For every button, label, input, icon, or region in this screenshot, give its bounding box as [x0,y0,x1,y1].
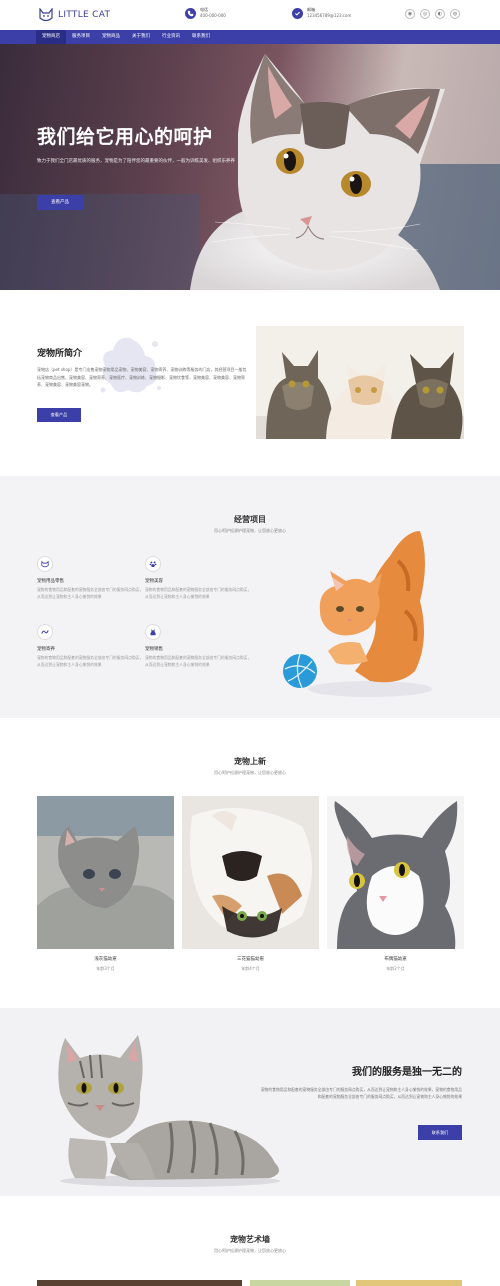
service-item[interactable]: 宠物寄养 宠物的食物用品和配套的宠物服务全部由专门的服务网点购买，从而达到让宠物… [37,624,147,668]
nav-item-contact[interactable]: 联系我们 [186,30,216,44]
service-name: 宠物销售 [145,647,163,652]
tabby-cat-image [58,1035,280,1187]
main-nav: 宠物商店 服务项目 宠物商品 关于我们 行业资讯 联系我们 [0,30,500,44]
art-image[interactable] [250,1280,350,1286]
pet-name: 三花猫猫幼崽 [237,957,264,962]
phone-contact: 电话 400-000-000 [185,7,226,19]
about-text: 宠物店（pet shop）是专门出售宠物宠物用品宠物、宠物美容、宠物寄养、宠物训… [37,367,247,387]
pet-age: 年龄4个月 [241,966,260,971]
pet-card[interactable]: 三花猫猫幼崽 年龄4个月 [182,796,319,972]
art-image[interactable] [37,1280,242,1286]
phone-icon [185,7,196,19]
wechat-icon[interactable]: ◎ [420,9,430,19]
nav-item-about[interactable]: 关于我们 [126,30,156,44]
hero-subtitle: 致力于我们全门店最优质的服务，宠物是为了陪伴您的最重要的伙伴，一般为训练美发、组… [37,159,235,164]
email-value[interactable]: 123456789@123.com [307,13,351,19]
new-pets-subtitle: 用心呵护松源护理宠物，让您放心更放心 [214,770,286,775]
pet-card[interactable]: 布偶猫幼崽 年龄2个月 [327,796,464,972]
social-links: ◉ ◎ ◐ ◍ [405,9,460,19]
unique-text: 宠物的食物用品和配套的宠物服务全部由专门的服务网点购买，从而达到让宠物和主人身心… [260,1087,462,1099]
about-title: 宠物所简介 [37,349,83,359]
cat-sit-icon [145,624,161,640]
pet-age: 年龄3个月 [96,966,115,971]
paw-icon [145,556,161,572]
email-icon [292,7,303,19]
logo[interactable]: LITTLE CAT [38,8,110,22]
page: LITTLE CAT 电话 400-000-000 邮箱 123456789@1… [0,0,500,1286]
cat-logo-icon [39,8,53,22]
service-desc: 宠物的食物用品和配套的宠物服务全部由专门的服务网点购买，从而达到让宠物和主人身心… [145,655,252,667]
service-desc: 宠物的食物用品和配套的宠物服务全部由专门的服务网点购买，从而达到让宠物和主人身心… [37,655,144,667]
hero-title: 我们给它用心的呵护 [37,126,213,148]
phone-value: 400-000-000 [200,13,226,18]
art-wall-subtitle: 用心呵护松源护理宠物，让您放心更放心 [214,1248,286,1253]
three-cats-image [256,326,464,439]
art-image[interactable] [356,1280,462,1286]
pet-name: 布偶猫幼崽 [384,957,407,962]
unique-service-section: 我们的服务是独一无二的 宠物的食物用品和配套的宠物服务全部由专门的服务网点购买，… [0,1008,500,1196]
cat-face-icon [37,556,53,572]
hero-banner: 我们给它用心的呵护 致力于我们全门店最优质的服务，宠物是为了陪伴您的最重要的伙伴… [0,44,500,290]
service-desc: 宠物的食物用品和配套的宠物服务全部由专门的服务网点购买，从而达到让宠物和主人身心… [37,587,144,599]
art-wall-section: 宠物艺术墙 用心呵护松源护理宠物，让您放心更放心 [0,1196,500,1286]
service-desc: 宠物的食物用品和配套的宠物服务全部由专门的服务网点购买，从而达到让宠物和主人身心… [145,587,252,599]
about-view-products-button[interactable]: 查看产品 [37,408,81,422]
email-contact: 邮箱 123456789@123.com [292,7,351,19]
service-name: 宠物用品零售 [37,579,64,584]
pet-card[interactable]: 浅灰猫幼崽 年龄3个月 [37,796,174,972]
eye-icon[interactable]: ◍ [450,9,460,19]
art-wall-title: 宠物艺术墙 [230,1235,270,1244]
logo-text: LITTLE CAT [58,10,111,20]
pet-name: 浅灰猫幼崽 [94,957,117,962]
about-section: 宠物所简介 宠物店（pet shop）是专门出售宠物宠物用品宠物、宠物美容、宠物… [0,290,500,476]
grey-white-cat-image [327,796,464,949]
unique-title: 我们的服务是独一无二的 [352,1067,462,1078]
pet-age: 年龄2个月 [386,966,405,971]
nav-item-home[interactable]: 宠物商店 [36,30,66,44]
weibo-icon[interactable]: ◉ [405,9,415,19]
hero-cat-image [0,54,500,290]
nav-item-products[interactable]: 宠物商品 [96,30,126,44]
orange-kitten-image [283,531,432,697]
paint-splash-decoration [100,337,161,393]
calico-kitten-image [182,796,319,949]
service-item[interactable]: 宠物用品零售 宠物的食物用品和配套的宠物服务全部由专门的服务网点购买，从而达到让… [37,556,147,600]
nav-item-news[interactable]: 行业资讯 [156,30,186,44]
wave-icon [37,624,53,640]
new-pets-title: 宠物上新 [234,757,266,766]
contact-us-button[interactable]: 联系我们 [418,1125,462,1140]
service-name: 宠物寄养 [37,647,55,652]
service-item[interactable]: 宠物美容 宠物的食物用品和配套的宠物服务全部由专门的服务网点购买，从而达到让宠物… [145,556,255,600]
new-pets-section: 宠物上新 用心呵护松源护理宠物，让您放心更放心 浅灰猫幼崽 年龄3个月 三花猫猫… [0,718,500,1008]
nav-item-services[interactable]: 服务项目 [66,30,96,44]
services-section: 经营项目 用心呵护松源护理宠物，让您放心更放心 宠物用品零售 宠物的食物用品和配… [0,476,500,718]
service-name: 宠物美容 [145,579,163,584]
header: LITTLE CAT 电话 400-000-000 邮箱 123456789@1… [0,0,500,30]
grey-kitten-image [37,796,174,949]
hero-view-products-button[interactable]: 查看产品 [37,195,83,210]
qq-icon[interactable]: ◐ [435,9,445,19]
service-item[interactable]: 宠物销售 宠物的食物用品和配套的宠物服务全部由专门的服务网点购买，从而达到让宠物… [145,624,255,668]
